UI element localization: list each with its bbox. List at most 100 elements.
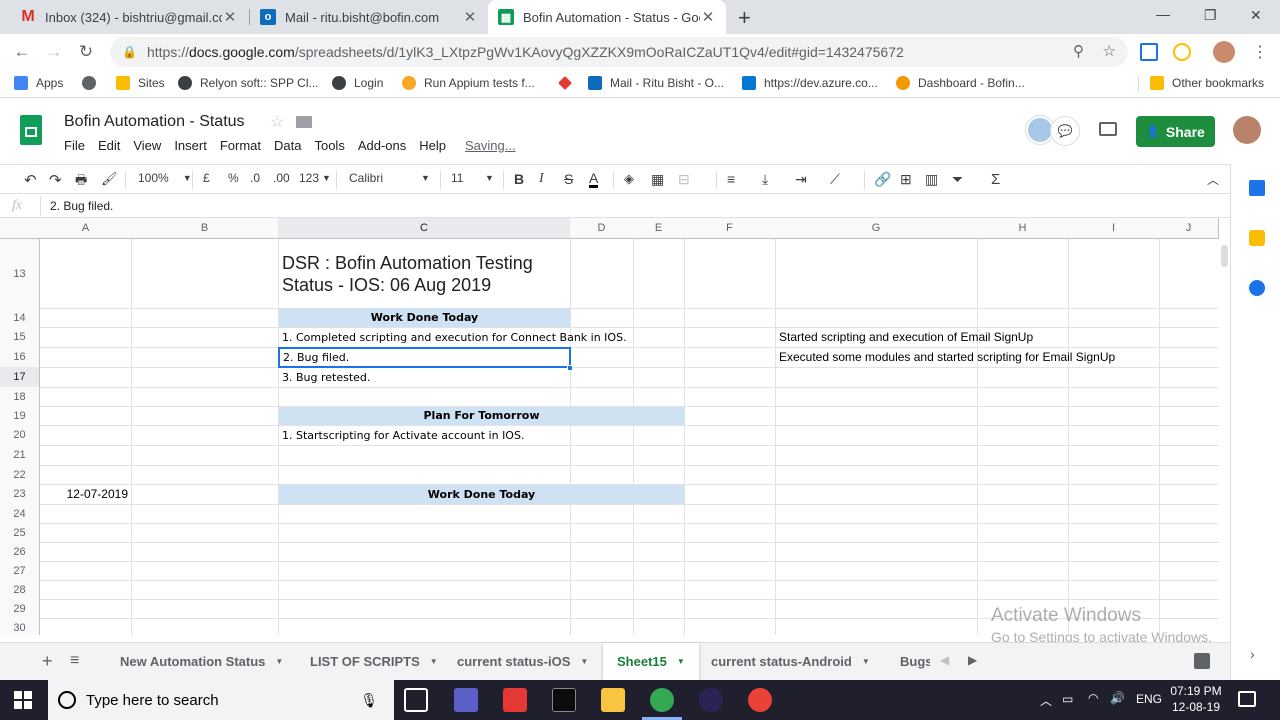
document-title[interactable]: Bofin Automation - Status xyxy=(64,113,245,131)
sheet-tab-sheet15[interactable]: Sheet15 ▼ xyxy=(603,643,699,680)
cell-c21[interactable]: 1. Startscripting for Activate account i… xyxy=(279,426,570,445)
minimize-button[interactable]: — xyxy=(1156,6,1170,22)
zoom-icon[interactable]: ⚲ xyxy=(1073,42,1084,60)
close-tab-icon[interactable]: ✕ xyxy=(222,8,238,26)
insert-comment-icon[interactable]: ⊞ xyxy=(900,171,912,188)
wifi-icon[interactable]: ◠ xyxy=(1088,691,1098,705)
bookmark-mail-outlook[interactable]: Mail - Ritu Bisht - O... xyxy=(588,76,724,90)
row-header-13[interactable]: 13 xyxy=(0,239,40,309)
bookmark-other[interactable]: Other bookmarks xyxy=(1150,76,1264,90)
vertical-align-icon[interactable]: ⤓ xyxy=(762,171,768,188)
scrollbar-thumb[interactable] xyxy=(1221,245,1228,267)
saving-status[interactable]: Saving... xyxy=(465,138,516,153)
borders-icon[interactable]: ▦ xyxy=(651,171,664,188)
sheets-logo-icon[interactable] xyxy=(20,115,42,145)
eclipse-icon[interactable] xyxy=(699,688,723,712)
browser-tab-sheets[interactable]: ▦ Bofin Automation - Status - Goog ✕ xyxy=(488,0,726,34)
bookmark-dashboard[interactable]: Dashboard - Bofin... xyxy=(896,76,1025,90)
row-header-16[interactable]: 16 xyxy=(0,347,40,368)
account-avatar[interactable] xyxy=(1233,116,1261,144)
sheet-tab-current-status-ios[interactable]: current status-iOS ▼ xyxy=(443,643,602,680)
cell-c13-title[interactable]: DSR : Bofin Automation Testing Status - … xyxy=(279,240,570,308)
browser-tab-outlook[interactable]: o Mail - ritu.bisht@bofin.com ✕ xyxy=(250,0,488,34)
sheet-tab-bugs[interactable]: Bugs xyxy=(886,643,930,680)
task-view-icon[interactable] xyxy=(404,688,428,712)
extension-icon[interactable] xyxy=(1173,43,1191,61)
scroll-tabs-left-icon[interactable]: ◀ xyxy=(940,653,949,667)
comments-icon[interactable] xyxy=(1099,122,1117,136)
filter-icon[interactable]: ⏷ xyxy=(952,171,963,188)
maximize-button[interactable]: ❐ xyxy=(1204,7,1217,24)
bookmark-globe[interactable] xyxy=(82,76,104,90)
font-size-select[interactable]: 11 ▼ xyxy=(451,171,494,185)
sheet-tab-list-of-scripts[interactable]: LIST OF SCRIPTS ▼ xyxy=(296,643,452,680)
font-family-select[interactable]: Calibri ▼ xyxy=(349,171,430,185)
bookmark-diamond[interactable] xyxy=(558,76,580,90)
column-header-a[interactable]: A xyxy=(40,218,132,239)
browser-menu-icon[interactable]: ⋮ xyxy=(1252,42,1268,62)
browser-tab-gmail[interactable]: M Inbox (324) - bishtriu@gmail.com ✕ xyxy=(10,0,248,34)
text-rotation-icon[interactable]: ⟋ xyxy=(830,171,840,188)
functions-icon[interactable]: Σ xyxy=(991,171,1000,188)
menu-tools[interactable]: Tools xyxy=(314,138,344,153)
clock[interactable]: 07:19 PM 12-08-19 xyxy=(1170,684,1222,714)
extension-icon[interactable] xyxy=(1140,43,1158,61)
notifications-icon[interactable] xyxy=(1238,691,1256,707)
menu-data[interactable]: Data xyxy=(274,138,301,153)
paint-format-icon[interactable]: 🖌 xyxy=(101,171,118,187)
row-header-26[interactable]: 26 xyxy=(0,542,40,562)
share-button[interactable]: 👤 Share xyxy=(1136,116,1215,147)
move-folder-icon[interactable] xyxy=(296,116,312,128)
bookmark-star-icon[interactable]: ☆ xyxy=(1103,42,1116,60)
percent-format-button[interactable]: % xyxy=(228,171,239,185)
zoom-select[interactable]: 100% ▼ xyxy=(138,171,192,185)
row-header-18[interactable]: 18 xyxy=(0,387,40,407)
file-explorer-icon[interactable] xyxy=(601,688,625,712)
menu-view[interactable]: View xyxy=(133,138,161,153)
cell-g16[interactable]: Started scripting and execution of Email… xyxy=(776,328,1176,347)
menu-edit[interactable]: Edit xyxy=(98,138,120,153)
formula-input[interactable]: 2. Bug filed. xyxy=(50,199,113,213)
column-header-b[interactable]: B xyxy=(131,218,279,239)
undo-icon[interactable]: ↶ xyxy=(24,171,37,189)
decrease-decimal-button[interactable]: .0 xyxy=(250,171,260,185)
chat-icon[interactable]: 💬 xyxy=(1050,116,1080,146)
insert-link-icon[interactable]: 🔗 xyxy=(874,171,891,188)
battery-icon[interactable]: ▭ xyxy=(1062,692,1073,706)
reload-button[interactable]: ↻ xyxy=(74,40,98,64)
merge-cells-icon[interactable]: ⊟ xyxy=(678,171,690,188)
cell-c17-selected[interactable]: 2. Bug filed. xyxy=(278,347,571,368)
cell-a24-date[interactable]: 12-07-2019 xyxy=(41,485,131,504)
bookmark-sites[interactable]: Sites xyxy=(116,76,165,90)
column-header-c[interactable]: C xyxy=(278,218,571,239)
tasks-icon[interactable] xyxy=(1249,280,1265,296)
star-icon[interactable]: ☆ xyxy=(270,112,284,132)
chrome-icon[interactable] xyxy=(748,688,772,712)
row-header-20[interactable]: 20 xyxy=(0,425,40,446)
horizontal-align-icon[interactable]: ≡ xyxy=(727,171,735,187)
row-header-25[interactable]: 25 xyxy=(0,523,40,543)
menu-format[interactable]: Format xyxy=(220,138,261,153)
teams-icon[interactable] xyxy=(454,688,478,712)
volume-icon[interactable]: 🔊 xyxy=(1110,691,1125,705)
cell-c15-header[interactable]: Work Done Today xyxy=(279,308,570,327)
redo-icon[interactable]: ↷ xyxy=(49,171,62,189)
row-header-24[interactable]: 24 xyxy=(0,504,40,524)
currency-format-button[interactable]: £ xyxy=(203,171,210,185)
column-header-f[interactable]: F xyxy=(684,218,776,239)
chrome-icon[interactable] xyxy=(650,688,674,712)
close-window-button[interactable]: ✕ xyxy=(1250,7,1262,24)
italic-button[interactable]: I xyxy=(539,171,544,187)
bold-button[interactable]: B xyxy=(514,171,524,187)
row-header-23[interactable]: 23 xyxy=(0,484,40,504)
column-header-j[interactable]: J xyxy=(1159,218,1219,239)
cell-c20-header[interactable]: Plan For Tomorrow xyxy=(279,407,684,425)
keep-icon[interactable] xyxy=(1249,230,1265,246)
add-sheet-icon[interactable]: + xyxy=(42,651,53,672)
select-all-corner[interactable] xyxy=(0,218,41,239)
row-header-14[interactable]: 14 xyxy=(0,308,40,328)
cell-g17[interactable]: Executed some modules and started script… xyxy=(776,348,1176,367)
strikethrough-button[interactable]: S xyxy=(564,171,573,187)
expand-panel-icon[interactable]: › xyxy=(1250,646,1255,662)
back-button[interactable]: ← xyxy=(10,40,34,64)
